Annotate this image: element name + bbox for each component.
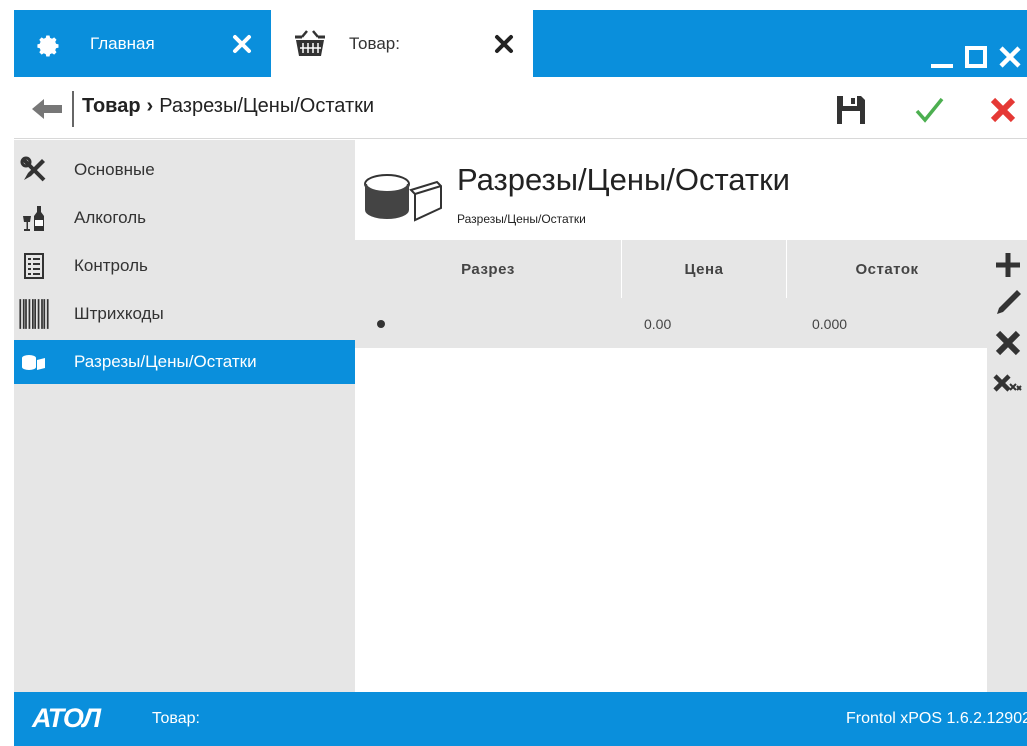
sidebar-item-slices[interactable]: Разрезы/Цены/Остатки [14,340,355,384]
tab-home-label: Главная [90,34,155,53]
page-subtitle: Разрезы/Цены/Остатки [457,212,586,226]
cell-price: 0.00 [644,316,672,332]
sidebar-item-label: Разрезы/Цены/Остатки [74,352,257,371]
barcode-icon [19,299,49,329]
window-controls [927,42,1027,72]
column-header-slice[interactable]: Разрез [355,240,622,298]
sidebar: Основные Алкоголь Контроль Штрихкоды Раз… [14,140,355,692]
gear-icon [37,35,59,57]
sidebar-item-barcodes[interactable]: Штрихкоды [14,292,355,336]
delete-all-icon[interactable] [991,366,1025,400]
cheese-icon [22,355,45,370]
table-header: Разрез Цена Остаток [355,240,987,298]
save-icon[interactable] [834,93,868,127]
minimize-icon[interactable] [927,42,957,72]
close-window-icon[interactable] [995,42,1025,72]
bottle-icon [23,206,44,231]
atol-logo: АТОЛ [32,703,101,733]
close-icon[interactable] [231,33,253,55]
version-label: Frontol xPOS 1.6.2.12902 [846,710,1027,727]
column-header-stock[interactable]: Остаток [787,240,987,298]
sidebar-item-label: Алкоголь [74,208,147,227]
row-bullet [377,320,385,328]
close-icon[interactable] [986,93,1020,127]
row-actions-toolbar [987,240,1027,692]
maximize-icon[interactable] [961,42,991,72]
delete-icon[interactable] [991,326,1025,360]
status-bar: АТОЛ Товар: Frontol xPOS 1.6.2.12902 [14,692,1027,746]
content-panel: Разрезы/Цены/Остатки Разрезы/Цены/Остатк… [355,140,987,692]
column-header-price[interactable]: Цена [622,240,787,298]
sidebar-item-label: Контроль [74,256,148,275]
title-bar: Главная Товар: [14,10,1027,77]
content-header: Разрезы/Цены/Остатки Разрезы/Цены/Остатк… [355,140,987,240]
cell-stock: 0.000 [812,316,848,332]
breadcrumb: Товар › Разрезы/Цены/Остатки [82,95,374,118]
page-title: Разрезы/Цены/Остатки [457,162,790,197]
close-icon[interactable] [493,33,515,55]
basket-icon [295,30,325,56]
table-row[interactable]: 0.00 0.000 [355,298,987,348]
breadcrumb-current: Разрезы/Цены/Остатки [159,95,375,117]
breadcrumb-root[interactable]: Товар [82,95,141,117]
sidebar-item-label: Основные [74,160,155,179]
check-icon[interactable] [912,93,946,127]
back-arrow-icon[interactable] [22,97,68,121]
sidebar-item-control[interactable]: Контроль [14,244,355,288]
status-text: Товар: [152,710,200,727]
tab-home[interactable]: Главная [14,10,271,77]
cheese-icon [364,174,442,222]
add-icon[interactable] [991,248,1025,282]
breadcrumb-bar: Товар › Разрезы/Цены/Остатки [14,77,1027,139]
checklist-icon [24,253,44,279]
edit-pencil-icon[interactable] [991,286,1025,320]
sidebar-item-alcohol[interactable]: Алкоголь [14,196,355,240]
tab-product-label: Товар: [349,34,400,53]
sidebar-item-basic[interactable]: Основные [14,148,355,192]
sidebar-item-label: Штрихкоды [74,304,164,323]
breadcrumb-separator: › [146,95,154,117]
tools-icon [20,156,46,182]
tab-product[interactable]: Товар: [271,10,533,77]
divider [72,91,74,127]
app-window: Главная Товар: Товар › Разрезы/Цены/Оста… [14,10,1027,746]
